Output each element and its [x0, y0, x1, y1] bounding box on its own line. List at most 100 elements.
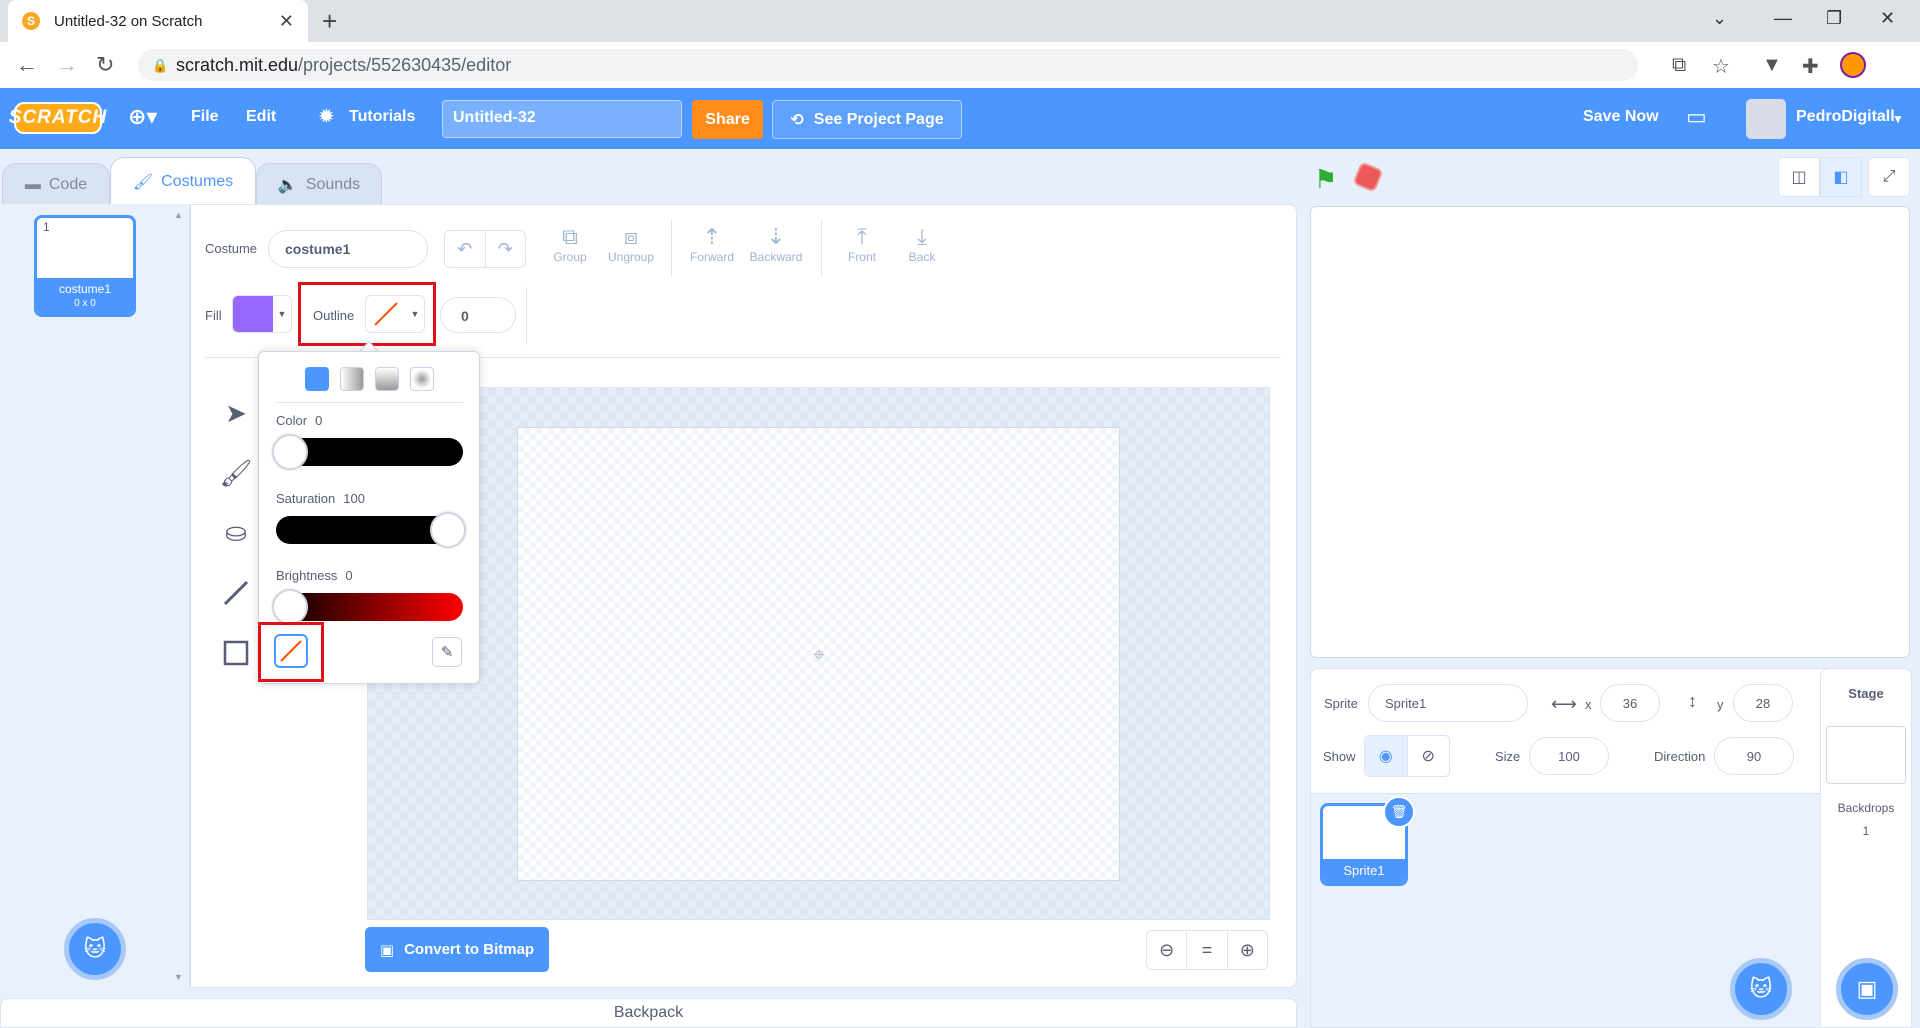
bookmark-star-icon[interactable]: ☆ [1712, 54, 1730, 79]
fill-color-swatch[interactable]: ▼ [232, 295, 292, 333]
hide-eye-slash-icon[interactable]: ⊘ [1408, 736, 1450, 776]
tab-search-icon[interactable]: ⌄ [1712, 8, 1727, 29]
scratch-logo[interactable]: SCRATCH [9, 102, 106, 134]
tutorials-menu[interactable]: Tutorials [349, 108, 415, 126]
costume-item-label: costume1 0 x 0 [37, 278, 133, 314]
ungroup-button[interactable]: ⧈ Ungroup [596, 224, 666, 264]
delete-sprite-trash-icon[interactable]: 🗑 [1383, 796, 1415, 828]
radial-gradient-button[interactable] [410, 367, 434, 391]
convert-to-bitmap-button[interactable]: ▣ Convert to Bitmap [365, 927, 549, 972]
project-title-input[interactable]: Untitled-32 [442, 100, 682, 138]
sprite-thumbnail-label: Sprite1 [1323, 859, 1405, 883]
translate-icon[interactable]: ⧉ [1672, 54, 1686, 77]
user-avatar[interactable] [1746, 99, 1786, 139]
direction-label: Direction [1654, 749, 1706, 764]
forward-icon[interactable]: → [56, 52, 78, 78]
paintbrush-icon: 🖌 [132, 173, 154, 191]
zoom-out-icon[interactable]: ⊖ [1147, 931, 1188, 969]
y-label: y [1717, 697, 1724, 712]
color-slider-knob[interactable] [272, 434, 308, 470]
show-visible-eye-icon[interactable]: ◉ [1365, 736, 1408, 776]
puzzle-icon[interactable]: ✚ [1802, 54, 1819, 79]
outline-color-swatch[interactable]: ▼ [365, 295, 425, 333]
stage-canvas[interactable] [1310, 206, 1910, 658]
see-project-page-button[interactable]: ⟲ See Project Page [772, 100, 962, 139]
y-position-input[interactable]: 28 [1733, 684, 1793, 722]
vertical-gradient-button[interactable] [375, 367, 399, 391]
fill-bucket-tool-icon[interactable]: ⛀ [218, 514, 254, 550]
green-flag-icon[interactable]: ⚑ [1314, 164, 1337, 195]
fill-color-preview [233, 296, 273, 332]
saturation-slider-knob[interactable] [430, 512, 466, 548]
browser-tab[interactable]: S Untitled-32 on Scratch ✕ [8, 0, 308, 42]
back-icon[interactable]: ← [16, 52, 38, 78]
backdrops-label: Backdrops [1837, 801, 1895, 815]
extension-icon[interactable]: ▼ [1762, 54, 1782, 77]
outline-width-input[interactable]: 0 [440, 297, 516, 333]
close-tab-icon[interactable]: ✕ [279, 11, 294, 32]
caret-down-icon: ▼ [410, 309, 420, 319]
select-tool-arrow-icon[interactable]: ➤ [218, 395, 254, 431]
tab-code[interactable]: ▬ Code [2, 163, 110, 205]
username-menu[interactable]: PedroDigitall [1796, 108, 1895, 126]
remix-arrows-icon: ⟲ [790, 111, 804, 129]
zoom-in-icon[interactable]: ⊕ [1228, 931, 1267, 969]
small-stage-icon[interactable]: ◫ [1778, 157, 1820, 197]
popover-divider [275, 402, 463, 403]
rotation-center-icon: ⌖ [812, 642, 826, 667]
caret-down-icon[interactable]: ▼ [1892, 112, 1904, 126]
back-button[interactable]: ⤓ Back [887, 224, 957, 264]
direction-input[interactable]: 90 [1714, 737, 1794, 775]
backward-button[interactable]: ⇣ Backward [741, 224, 811, 264]
toolbar-divider [821, 220, 822, 276]
stop-icon[interactable] [1352, 161, 1384, 193]
cat-plus-icon: 🐱 [1749, 976, 1773, 1001]
choose-sprite-button[interactable]: 🐱 [1730, 958, 1792, 1020]
my-stuff-folder-icon[interactable]: ▭ [1686, 104, 1707, 130]
brightness-slider-label: Brightness 0 [276, 568, 353, 583]
backdrops-count: 1 [1862, 824, 1870, 838]
forward-button[interactable]: ⇡ Forward [677, 224, 747, 264]
stage-thumbnail[interactable] [1826, 726, 1906, 784]
choose-backdrop-button[interactable]: ▣ [1836, 958, 1898, 1020]
fullscreen-icon[interactable]: ⤢ [1868, 157, 1910, 197]
costume-name-input[interactable]: costume1 [268, 230, 428, 268]
eyedropper-icon[interactable]: ✎ [432, 637, 462, 667]
group-button[interactable]: ⧉ Group [535, 224, 605, 264]
new-tab-icon[interactable]: + [322, 6, 337, 37]
reload-icon[interactable]: ↻ [96, 52, 114, 78]
no-color-button[interactable] [274, 634, 308, 668]
brush-tool-icon[interactable]: 🖌 [218, 455, 254, 491]
restore-icon[interactable]: ❐ [1826, 8, 1842, 29]
choose-costume-button[interactable]: 🐱 [64, 918, 126, 980]
undo-icon[interactable]: ↶ [445, 231, 486, 267]
zoom-reset-icon[interactable]: = [1187, 931, 1228, 969]
size-input[interactable]: 100 [1529, 737, 1609, 775]
x-position-input[interactable]: 36 [1600, 684, 1660, 722]
normal-stage-icon[interactable]: ◧ [1820, 157, 1862, 197]
close-window-icon[interactable]: ✕ [1880, 8, 1895, 29]
share-button[interactable]: Share [692, 100, 763, 139]
horizontal-gradient-button[interactable] [340, 367, 364, 391]
solid-color-button[interactable] [305, 367, 329, 391]
image-plus-icon: ▣ [1856, 976, 1878, 1001]
tab-costumes[interactable]: 🖌 Costumes [110, 157, 256, 205]
edit-menu[interactable]: Edit [246, 108, 276, 126]
brightness-slider-knob[interactable] [272, 589, 308, 625]
minimize-icon[interactable]: — [1774, 8, 1792, 29]
costume-list-scrollbar[interactable]: ▲ ▼ [174, 210, 184, 982]
redo-icon[interactable]: ↷ [486, 231, 526, 267]
backpack-bar[interactable]: Backpack [0, 998, 1297, 1028]
sprite-name-input[interactable]: Sprite1 [1368, 684, 1528, 722]
address-bar[interactable]: 🔒 scratch.mit.edu /projects/552630435/ed… [138, 49, 1638, 81]
file-menu[interactable]: File [191, 108, 219, 126]
tab-sounds[interactable]: 🔈 Sounds [256, 163, 382, 205]
costume-item[interactable]: 1 costume1 0 x 0 [34, 215, 136, 317]
save-now-button[interactable]: Save Now [1583, 108, 1659, 126]
line-tool-icon[interactable] [218, 575, 254, 611]
forward-layer-icon: ⇡ [702, 224, 722, 249]
rectangle-tool-icon[interactable] [218, 635, 254, 671]
profile-avatar-icon[interactable] [1840, 52, 1866, 78]
language-globe-icon[interactable]: ⊕▾ [128, 104, 157, 130]
back-label: Back [908, 250, 936, 264]
